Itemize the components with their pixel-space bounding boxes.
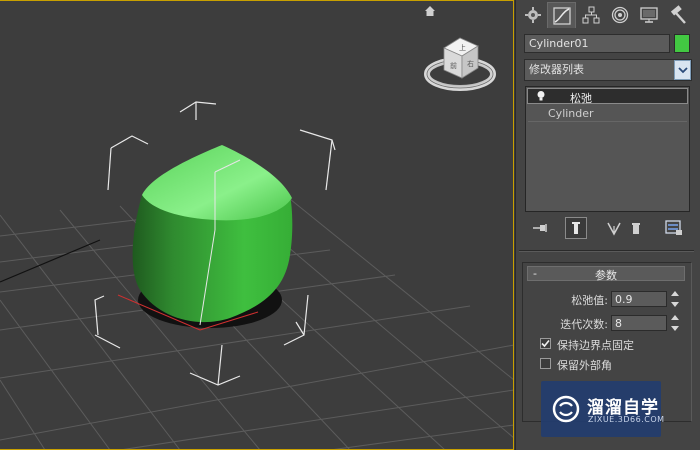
- keep-boundary-label: 保持边界点固定: [557, 339, 634, 352]
- monitor-icon: [639, 7, 658, 23]
- spinner-down-icon: [671, 326, 679, 331]
- trash-icon: [632, 223, 640, 234]
- configure-sets-icon: [665, 220, 682, 235]
- keep-boundary-checkbox[interactable]: [540, 338, 551, 349]
- rollout-header[interactable]: - 参数: [527, 266, 685, 282]
- relaxed-cylinder-cap: [142, 145, 292, 221]
- stack-item-relax[interactable]: 松弛: [527, 88, 688, 105]
- object-name-field[interactable]: Cylinder01: [524, 34, 670, 53]
- pin-stack-button[interactable]: [529, 217, 551, 239]
- viewcube-right-label: 右: [467, 59, 474, 68]
- iterations-label: 迭代次数:: [560, 318, 608, 331]
- perspective-viewport[interactable]: 上 前 右: [0, 0, 514, 450]
- stack-item-cylinder[interactable]: Cylinder: [548, 107, 594, 120]
- command-panel-tabs: [518, 2, 692, 28]
- modifier-stack[interactable]: 松弛 Cylinder: [525, 86, 690, 212]
- modifier-list-dropdown[interactable]: 修改器列表: [524, 59, 692, 81]
- lightbulb-icon[interactable]: [536, 90, 546, 102]
- make-unique-button[interactable]: [603, 217, 625, 239]
- modify-tab[interactable]: [547, 2, 576, 28]
- motion-tab[interactable]: [605, 2, 634, 28]
- configure-modifier-sets-button[interactable]: [663, 217, 685, 239]
- object-color-swatch[interactable]: [674, 34, 690, 53]
- modify-curve-icon: [552, 6, 571, 25]
- create-tab[interactable]: [518, 2, 547, 28]
- sun-gear-icon: [524, 7, 541, 23]
- viewcube[interactable]: 上 前 右: [424, 30, 496, 94]
- motion-circle-icon: [611, 6, 628, 24]
- grid-center-line: [0, 239, 101, 283]
- watermark-badge: 溜溜自学 ZIXUE.3D66.COM: [541, 381, 664, 437]
- hierarchy-tab[interactable]: [576, 2, 605, 28]
- iterations-spinner-arrows[interactable]: [669, 315, 681, 331]
- pin-icon: [533, 224, 547, 232]
- utilities-tab[interactable]: [663, 2, 692, 28]
- save-outer-corners-label: 保留外部角: [557, 359, 612, 372]
- hammer-icon: [670, 5, 686, 24]
- stack-item-label: 松弛: [570, 92, 592, 105]
- end-result-icon: [572, 222, 580, 234]
- display-tab[interactable]: [634, 2, 663, 28]
- relax-value-label: 松弛值:: [571, 294, 608, 307]
- rollout-title: 参数: [595, 269, 617, 282]
- show-end-result-button[interactable]: [565, 217, 587, 239]
- hierarchy-icon: [582, 6, 599, 24]
- save-outer-corners-checkbox[interactable]: [540, 358, 551, 369]
- iterations-spinner[interactable]: 8: [611, 315, 667, 331]
- relax-value-spinner-arrows[interactable]: [669, 291, 681, 307]
- spinner-down-icon: [671, 302, 679, 307]
- viewcube-front-label: 前: [450, 61, 457, 70]
- chevron-down-icon[interactable]: [674, 60, 691, 80]
- watermark-url: ZIXUE.3D66.COM: [588, 415, 665, 424]
- relax-value-spinner[interactable]: 0.9: [611, 291, 667, 307]
- panel-divider: [519, 250, 694, 252]
- viewcube-top-label: 上: [459, 43, 466, 52]
- home-icon[interactable]: [423, 4, 437, 18]
- spinner-up-icon: [671, 315, 679, 320]
- make-unique-icon: [607, 222, 621, 236]
- watermark-logo-icon: [552, 395, 580, 423]
- remove-modifier-button[interactable]: [625, 217, 647, 239]
- spinner-up-icon: [671, 291, 679, 296]
- stack-toolbar: [525, 217, 690, 239]
- checkmark-icon: [541, 339, 550, 348]
- stack-divider: [528, 121, 687, 122]
